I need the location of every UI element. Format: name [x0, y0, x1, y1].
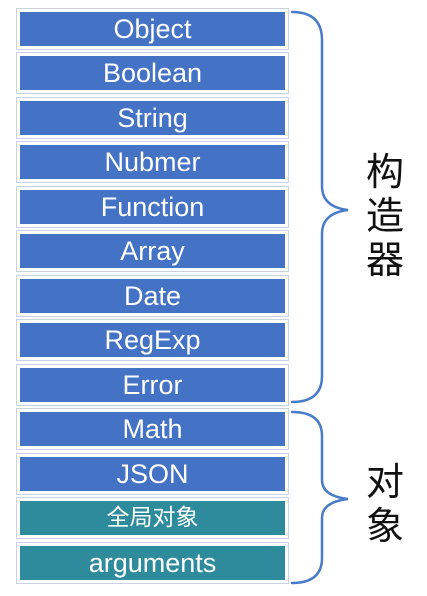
constructor-label-char-2: 造: [365, 194, 404, 238]
object-label-char-1: 对: [365, 460, 404, 504]
object-group-label: 对 象: [360, 460, 410, 548]
object-label-char-2: 象: [365, 504, 404, 548]
constructor-label-char-3: 器: [365, 238, 404, 282]
constructor-label-char-1: 构: [365, 150, 404, 194]
constructor-brace: [290, 10, 349, 404]
constructor-group-label: 构 造 器: [360, 150, 410, 282]
object-brace: [290, 410, 349, 585]
